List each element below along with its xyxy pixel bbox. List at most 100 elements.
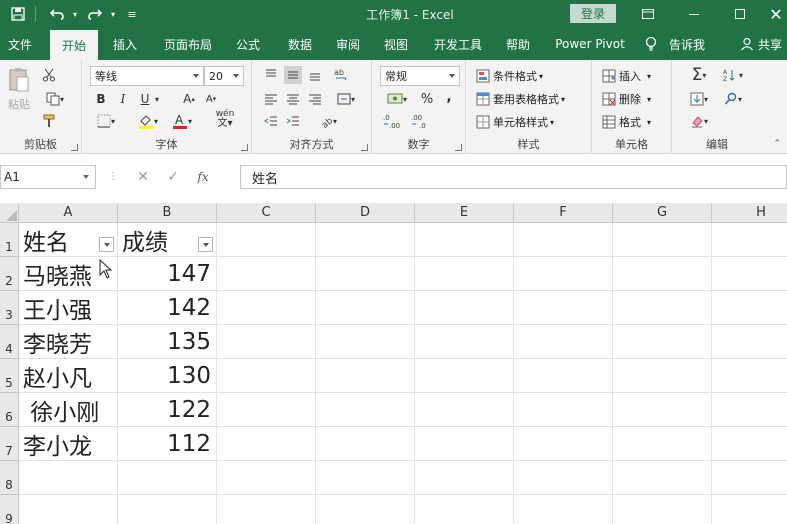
format-as-table-button[interactable]: 套用表格格式 ▾ — [476, 89, 565, 109]
number-launcher-icon[interactable] — [455, 144, 462, 151]
column-header-a[interactable]: A — [19, 203, 118, 223]
close-icon[interactable]: ✕ — [766, 0, 786, 28]
lightbulb-icon[interactable] — [642, 28, 660, 60]
font-size-select[interactable]: 20 — [204, 66, 244, 86]
cell-score[interactable]: 135 — [118, 325, 216, 359]
shrink-font-button[interactable]: A ▾ — [202, 90, 220, 108]
column-header-g[interactable]: G — [613, 203, 712, 223]
tab-home[interactable]: 开始 — [50, 30, 98, 60]
tell-me-search[interactable]: 告诉我 — [662, 28, 712, 60]
row-header-7[interactable]: 7 — [0, 427, 19, 461]
column-header-f[interactable]: F — [514, 203, 613, 223]
find-select-icon[interactable]: ▾ — [718, 90, 748, 108]
fill-color-icon[interactable]: ▾ — [134, 112, 162, 130]
insert-function-icon[interactable]: fx — [188, 170, 218, 184]
format-painter-icon[interactable] — [40, 112, 58, 130]
align-bottom-icon[interactable] — [306, 66, 324, 84]
clear-icon[interactable]: ▾ — [684, 112, 714, 130]
underline-dropdown-icon[interactable]: ▾ — [152, 90, 162, 108]
orientation-icon[interactable]: ab ▾ — [314, 112, 342, 130]
ribbon-display-icon[interactable] — [636, 0, 660, 28]
alignment-launcher-icon[interactable] — [361, 144, 368, 151]
comma-button[interactable]: , — [440, 88, 458, 106]
font-name-select[interactable]: 等线 — [90, 66, 204, 86]
undo-dropdown-icon[interactable]: ▾ — [70, 0, 80, 28]
align-left-icon[interactable] — [262, 90, 280, 108]
column-header-c[interactable]: C — [217, 203, 316, 223]
fill-icon[interactable]: ▾ — [684, 90, 714, 108]
user-icon[interactable] — [738, 28, 756, 60]
align-right-icon[interactable] — [306, 90, 324, 108]
font-color-icon[interactable]: A ▾ — [168, 112, 196, 130]
cell-name[interactable]: 赵小凡 — [19, 359, 117, 393]
cell-name[interactable]: 徐小刚 — [19, 393, 117, 427]
tab-review[interactable]: 审阅 — [326, 28, 370, 60]
share-button[interactable]: 共享 — [758, 28, 787, 60]
filter-dropdown-icon[interactable] — [99, 237, 114, 252]
tab-view[interactable]: 视图 — [374, 28, 418, 60]
cut-icon[interactable] — [40, 66, 58, 84]
cell-score[interactable]: 122 — [118, 393, 216, 427]
paste-button[interactable]: 粘贴 — [4, 66, 34, 112]
customize-icon[interactable]: ≡ — [124, 0, 140, 28]
italic-button[interactable]: I — [114, 90, 132, 108]
row-header-3[interactable]: 3 — [0, 291, 19, 325]
cell-score[interactable]: 147 — [118, 257, 216, 291]
borders-icon[interactable]: ▾ — [92, 112, 120, 130]
font-launcher-icon[interactable] — [241, 144, 248, 151]
align-center-icon[interactable] — [284, 90, 302, 108]
cell-styles-button[interactable]: 单元格样式 ▾ — [476, 112, 554, 132]
accounting-format-icon[interactable]: ▾ — [382, 90, 412, 108]
row-header-6[interactable]: 6 — [0, 393, 19, 427]
undo-icon[interactable] — [44, 0, 70, 28]
wrap-text-icon[interactable]: ab — [332, 66, 350, 84]
name-box[interactable]: A1 — [0, 165, 96, 189]
minimize-icon[interactable] — [682, 0, 706, 28]
row-header-1[interactable]: 1 — [0, 223, 19, 257]
row-header-9[interactable]: 9 — [0, 495, 19, 524]
filter-dropdown-icon[interactable] — [198, 237, 213, 252]
enter-formula-icon[interactable]: ✓ — [158, 169, 188, 185]
cell-name[interactable]: 李晓芳 — [19, 325, 117, 359]
merge-center-icon[interactable]: ▾ — [332, 90, 360, 108]
tab-data[interactable]: 数据 — [278, 28, 322, 60]
row-header-2[interactable]: 2 — [0, 257, 19, 291]
column-header-h[interactable]: H — [712, 203, 787, 223]
increase-decimal-icon[interactable]: .0.00 — [382, 112, 404, 130]
grow-font-button[interactable]: A ▴ — [180, 90, 198, 108]
cell-score[interactable]: 142 — [118, 291, 216, 325]
tab-file[interactable]: 文件 — [0, 28, 40, 60]
row-header-8[interactable]: 8 — [0, 461, 19, 495]
align-top-icon[interactable] — [262, 66, 280, 84]
cell-name[interactable]: 王小强 — [19, 291, 117, 325]
tab-page-layout[interactable]: 页面布局 — [158, 28, 218, 60]
formula-input[interactable]: 姓名 — [240, 165, 787, 189]
decrease-decimal-icon[interactable]: .00.0 — [410, 112, 432, 130]
tab-insert[interactable]: 插入 — [104, 28, 146, 60]
cell-score[interactable]: 112 — [118, 427, 216, 461]
column-header-e[interactable]: E — [415, 203, 514, 223]
copy-icon[interactable]: ▾ — [40, 90, 70, 108]
clipboard-launcher-icon[interactable] — [71, 144, 78, 151]
bold-button[interactable]: B — [92, 90, 110, 108]
format-cells-button[interactable]: 格式 ▾ — [602, 112, 651, 132]
percent-button[interactable]: % — [418, 90, 436, 108]
collapse-ribbon-icon[interactable]: ⌃ — [773, 139, 781, 149]
number-format-select[interactable]: 常规 — [380, 66, 460, 86]
cancel-formula-icon[interactable]: ✕ — [128, 169, 158, 185]
sort-filter-icon[interactable]: A Z ▾ — [718, 66, 748, 84]
row-header-5[interactable]: 5 — [0, 359, 19, 393]
insert-cells-button[interactable]: 插入 ▾ — [602, 66, 651, 86]
decrease-indent-icon[interactable] — [262, 112, 280, 130]
column-header-d[interactable]: D — [316, 203, 415, 223]
save-icon[interactable] — [6, 0, 30, 28]
align-middle-icon[interactable] — [284, 66, 302, 84]
cell-score[interactable]: 130 — [118, 359, 216, 393]
delete-cells-button[interactable]: 删除 ▾ — [602, 89, 651, 109]
phonetic-button[interactable]: wén 文▾ — [210, 110, 240, 129]
tab-power-pivot[interactable]: Power Pivot — [548, 28, 632, 60]
tab-formulas[interactable]: 公式 — [226, 28, 270, 60]
increase-indent-icon[interactable] — [284, 112, 302, 130]
select-all-corner[interactable] — [0, 203, 19, 223]
column-header-b[interactable]: B — [118, 203, 217, 223]
